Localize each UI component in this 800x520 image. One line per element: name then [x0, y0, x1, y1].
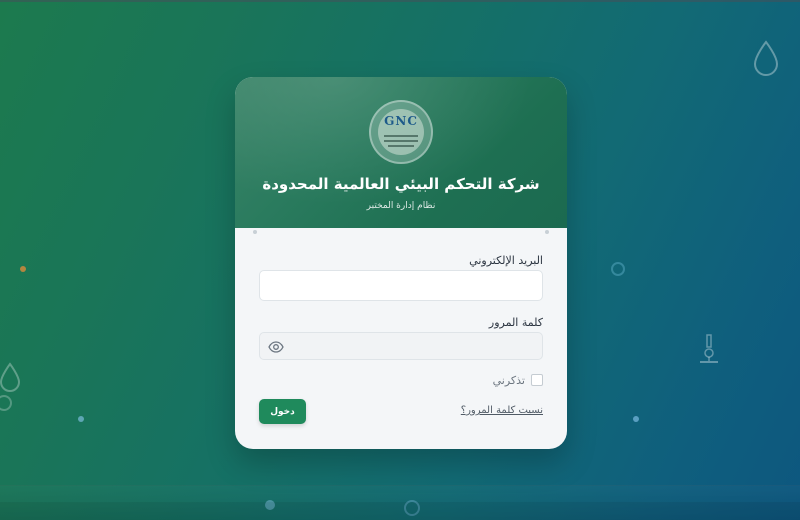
remember-checkbox[interactable] — [531, 374, 543, 386]
forgot-password-link[interactable]: نسيت كلمة المرور؟ — [461, 405, 543, 416]
remember-me[interactable]: تذكرني — [493, 371, 543, 389]
email-field[interactable] — [259, 270, 543, 301]
decor-dot — [633, 416, 639, 422]
email-label: البريد الإلكتروني — [469, 254, 543, 267]
bottom-band-inner — [0, 502, 800, 520]
company-logo: GNC — [369, 100, 433, 164]
decor-bubble — [0, 395, 12, 411]
logo-letters: GNC — [384, 114, 418, 128]
company-name: شركة التحكم البيئي العالمية المحدودة — [262, 175, 540, 193]
water-drop-icon — [753, 40, 779, 76]
flask-icon — [0, 362, 21, 392]
system-name: نظام إدارة المختبر — [366, 201, 436, 211]
card-header: GNC شركة التحكم البيئي العالمية المحدودة… — [235, 77, 567, 228]
eye-icon[interactable] — [268, 339, 284, 355]
password-field[interactable] — [259, 332, 543, 360]
decor-bubble — [611, 262, 625, 276]
password-label: كلمة المرور — [488, 316, 543, 329]
login-button[interactable]: دخول — [259, 399, 306, 424]
page-background: GNC شركة التحكم البيئي العالمية المحدودة… — [0, 0, 800, 520]
remember-label: تذكرني — [492, 373, 525, 387]
decor-dot — [78, 416, 84, 422]
microscope-icon — [700, 334, 718, 363]
login-card: GNC شركة التحكم البيئي العالمية المحدودة… — [235, 77, 567, 449]
decor-dot — [20, 266, 26, 272]
top-border — [0, 0, 800, 2]
